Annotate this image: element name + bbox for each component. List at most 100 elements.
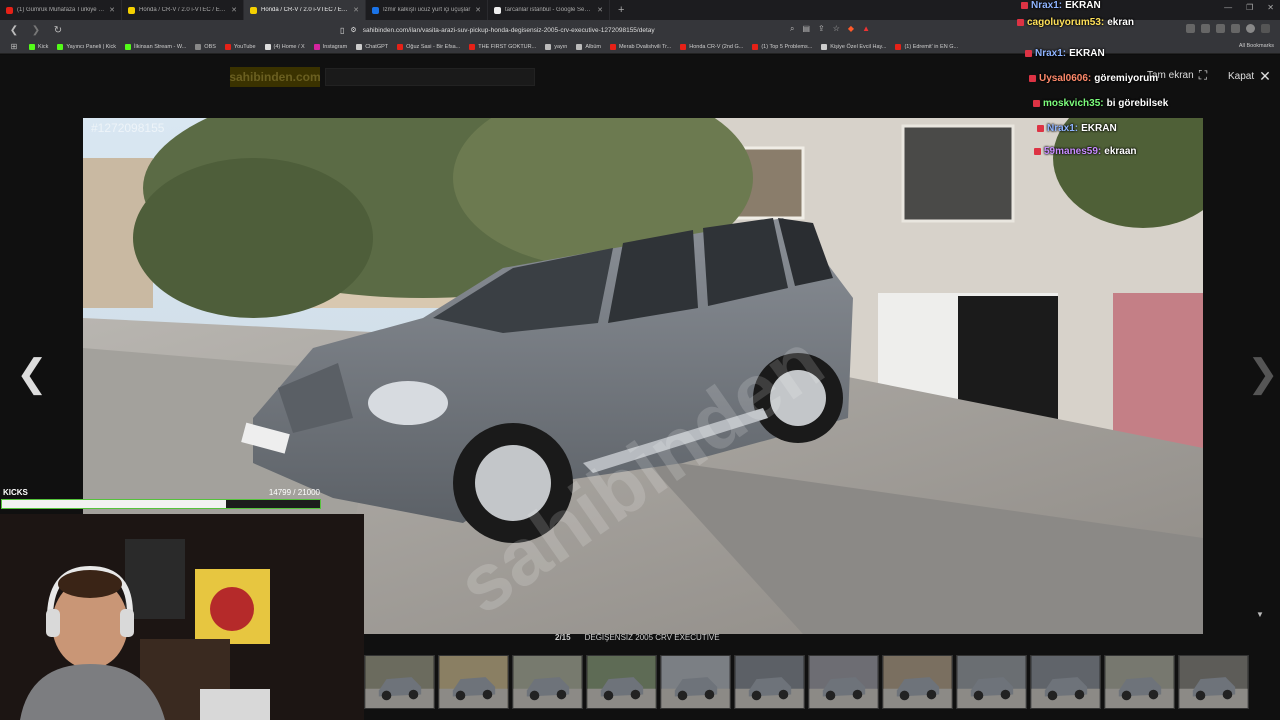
bookmark-item[interactable]: OBS <box>195 43 216 50</box>
bookmark-item[interactable]: Kişiye Özel Evcil Hay... <box>821 43 886 50</box>
bookmark-favicon-icon <box>356 43 363 50</box>
chat-username: Nrax1: <box>1047 123 1079 134</box>
bookmark-item[interactable]: Albüm <box>576 43 601 50</box>
apps-icon[interactable]: ⊞ <box>8 42 20 51</box>
bookmark-item[interactable]: (1) Edremit' in EN G... <box>895 43 959 50</box>
photo-thumbnail[interactable] <box>364 655 435 709</box>
bookmark-item[interactable]: Kick <box>29 43 49 50</box>
site-info-icon[interactable]: ⚙ <box>350 26 356 34</box>
thumbnail-image <box>883 656 952 708</box>
new-tab-button[interactable]: + <box>610 4 632 16</box>
tab-close-icon[interactable]: ✕ <box>353 6 359 14</box>
chat-text: EKRAN <box>1069 48 1105 59</box>
rewards-icon[interactable]: ▲ <box>862 24 870 34</box>
chat-message: moskvich35: bi görebilsek <box>1033 98 1168 109</box>
bookmark-item[interactable]: ChatGPT <box>356 43 388 50</box>
kicks-label: KICKS <box>3 488 28 497</box>
bookmark-label: YouTube <box>233 43 256 50</box>
reload-icon[interactable]: ↻ <box>52 25 64 36</box>
bookmark-favicon-icon <box>57 43 64 50</box>
kicks-count: 14799 / 21000 <box>268 488 320 497</box>
bookmark-favicon-icon <box>895 43 902 50</box>
reader-icon[interactable]: ▤ <box>802 24 810 34</box>
photo-thumbnail[interactable] <box>512 655 583 709</box>
browser-tab[interactable]: (1) Gümrük Muhafaza Türkiye 19. Bö... ✕ <box>0 0 122 20</box>
chat-message: Uysal0606: göremiyorum <box>1029 73 1158 84</box>
chat-text: bi görebilsek <box>1106 98 1169 109</box>
bookmark-item[interactable]: Yayıncı Paneli | Kick <box>57 43 116 50</box>
photo-thumbnail[interactable] <box>1030 655 1101 709</box>
photo-thumbnail[interactable] <box>956 655 1027 709</box>
brave-shield-icon[interactable]: ◆ <box>848 24 854 34</box>
bookmark-favicon-icon <box>545 43 552 50</box>
site-logo[interactable]: sahibinden.com <box>229 67 321 87</box>
tab-close-icon[interactable]: ✕ <box>475 6 481 14</box>
photo-thumbnail[interactable] <box>808 655 879 709</box>
thumbnail-image <box>735 656 804 708</box>
chat-message: cagoluyorum53: ekran <box>1017 17 1134 28</box>
listing-id: #1272098155 <box>91 121 165 135</box>
scroll-down-icon[interactable]: ▼ <box>1256 610 1264 619</box>
bookmark-item[interactable]: (4) Home / X <box>264 43 305 50</box>
chat-message: Nrax1: EKRAN <box>1021 0 1101 11</box>
tab-close-icon[interactable]: ✕ <box>597 6 603 14</box>
bookmark-label: yayın <box>554 43 568 50</box>
browser-tab[interactable]: Honda / CR-V / 2.0 i-VTEC / ES / Em...✕ <box>122 0 244 20</box>
photo-thumbnail[interactable] <box>1178 655 1249 709</box>
photo-thumbnail[interactable] <box>660 655 731 709</box>
listing-title: DEĞİŞENSİZ 2005 CRV EXECUTIVE <box>584 633 720 642</box>
bookmark-item[interactable]: (1) Top 5 Problems... <box>752 43 812 50</box>
bookmark-item[interactable]: Honda CR-V (2nd G... <box>680 43 743 50</box>
bookmark-favicon-icon <box>195 43 202 50</box>
tab-label: (1) Gümrük Muhafaza Türkiye 19. Bö... <box>17 7 105 13</box>
tab-label: tarcanlar istanbul - Google Search <box>505 7 594 13</box>
forward-icon[interactable]: ❯ <box>30 25 42 36</box>
thumbnail-image <box>809 656 878 708</box>
url-field[interactable]: ▯ ⚙ sahibinden.com/ilan/vasita-arazi-suv… <box>340 23 655 37</box>
bookmark-item[interactable]: THE FIRST GOKTUR... <box>469 43 536 50</box>
previous-photo-arrow[interactable]: ❮ <box>16 355 48 393</box>
browser-tab[interactable]: İzmir kalkışlı ucuz yurt içi uçuşlar ✕ <box>366 0 488 20</box>
bookmark-favicon-icon <box>752 43 759 50</box>
star-icon[interactable]: ☆ <box>833 24 840 34</box>
chat-badge-icon <box>1017 19 1024 26</box>
photo-thumbnail[interactable] <box>1104 655 1175 709</box>
thumbnail-image <box>439 656 508 708</box>
browser-tab[interactable]: tarcanlar istanbul - Google Search ✕ <box>488 0 610 20</box>
chat-text: EKRAN <box>1081 123 1117 134</box>
zoom-icon[interactable]: ⌕ <box>790 24 794 34</box>
thumbnail-image <box>661 656 730 708</box>
tab-favicon-icon <box>494 6 501 14</box>
photo-thumbnail[interactable] <box>586 655 657 709</box>
photo-thumbnail[interactable] <box>882 655 953 709</box>
bookmark-item[interactable]: Merab Dvalishvili Tr... <box>609 43 671 50</box>
bookmark-item[interactable]: Oğuz Sasi - Bir Efsa... <box>397 43 461 50</box>
chat-badge-icon <box>1037 125 1044 132</box>
bookmark-label: Oğuz Sasi - Bir Efsa... <box>406 43 461 50</box>
bookmark-item[interactable]: İlkinsan Stream - W... <box>125 43 186 50</box>
back-icon[interactable]: ❮ <box>8 25 20 36</box>
photo-thumbnail[interactable] <box>438 655 509 709</box>
bookmark-item[interactable]: Instagram <box>313 43 347 50</box>
share-icon[interactable]: ⇪ <box>818 24 825 34</box>
bookmark-label: (1) Edremit' in EN G... <box>904 43 959 50</box>
bookmark-label: Albüm <box>585 43 601 50</box>
bookmark-icon[interactable]: ▯ <box>340 26 344 35</box>
browser-tab[interactable]: Honda / CR-V / 2.0 i-VTEC / ES /... ✕ <box>244 0 366 20</box>
tab-label: İzmir kalkışlı ucuz yurt içi uçuşlar <box>383 7 471 13</box>
chat-badge-icon <box>1025 50 1032 57</box>
bookmark-label: (4) Home / X <box>273 43 305 50</box>
bookmark-label: Kick <box>38 43 49 50</box>
chat-username: 59manes59: <box>1044 146 1102 157</box>
thumbnail-image <box>957 656 1026 708</box>
tab-close-icon[interactable]: ✕ <box>109 6 115 14</box>
bookmark-item[interactable]: YouTube <box>224 43 256 50</box>
streamer-webcam-image <box>0 514 364 720</box>
tab-close-icon[interactable]: ✕ <box>231 6 237 14</box>
bookmark-item[interactable]: yayın <box>545 43 568 50</box>
photo-thumbnail[interactable] <box>734 655 805 709</box>
bookmark-favicon-icon <box>397 43 404 50</box>
site-search-input[interactable] <box>325 68 535 86</box>
next-photo-arrow[interactable]: ❯ <box>1247 355 1279 393</box>
webcam-overlay <box>0 514 364 720</box>
